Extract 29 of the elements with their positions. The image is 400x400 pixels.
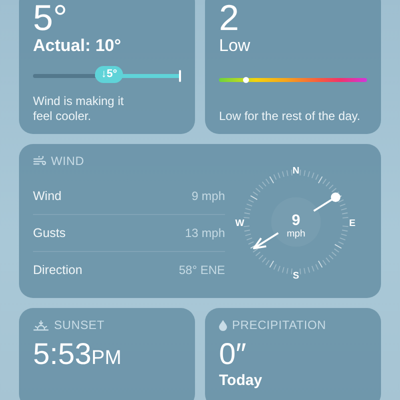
uv-index-description: Low for the rest of the day. [219,109,360,124]
wind-row-value: 13 mph [184,226,225,240]
wind-row-label: Gusts [33,226,66,240]
compass-north: N [292,165,300,176]
actual-marker [179,70,181,82]
compass-east: E [349,218,356,229]
raindrop-icon [219,320,227,330]
wind-row-value: 58° ENE [178,263,225,277]
sunset-icon [33,320,49,330]
compass-west: W [235,218,244,229]
precipitation-title: PRECIPITATION [232,318,326,332]
wind-row-label: Direction [33,263,82,277]
sunset-time: 5:53PM [33,338,122,373]
sunset-title: SUNSET [54,318,104,332]
precipitation-period: Today [219,372,262,389]
actual-temperature: Actual: 10° [33,36,122,56]
feels-like-description: Wind is making it feel cooler. [33,94,125,124]
uv-index-level: Low [219,36,250,56]
wind-title: WIND [51,154,84,168]
compass-south: S [292,270,300,282]
precipitation-value: 0″ [219,338,246,372]
uv-index-value: 2 [219,0,240,36]
wind-row-label: Wind [33,189,62,203]
feels-like-value: 5° [33,0,68,36]
wind-speed: 9 [292,212,300,229]
wind-row-value: 9 mph [192,189,225,203]
temperature-difference: ↓5° [95,66,124,83]
wind-icon [33,156,46,166]
wind-speed-unit: mph [286,228,306,240]
